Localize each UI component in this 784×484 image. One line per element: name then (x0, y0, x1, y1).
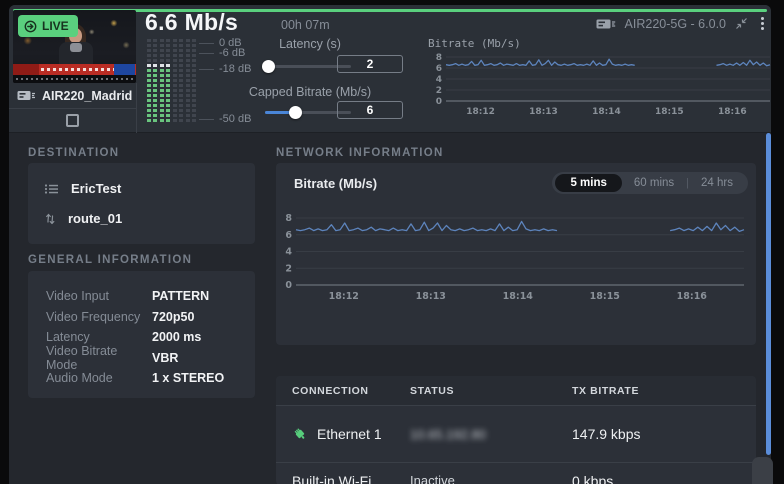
connections-table-header: CONNECTION STATUS TX BITRATE (276, 376, 756, 406)
bitrate-chart-card: Bitrate (Mb/s) 5 mins 60 mins | 24 hrs 8… (276, 163, 756, 345)
svg-text:18:14: 18:14 (503, 291, 534, 302)
vertical-scrollbar-thumb[interactable] (766, 133, 771, 455)
device-model-label: AIR220-5G - 6.0.0 (625, 17, 726, 31)
tab-60-mins[interactable]: 60 mins (622, 174, 686, 192)
header-right-cluster: AIR220-5G - 6.0.0 (596, 15, 768, 32)
connection-status-redacted: 10.65.192.80 (410, 427, 486, 442)
connection-name: Ethernet 1 (317, 426, 382, 442)
network-section-title: NETWORK INFORMATION (276, 147, 444, 159)
main-content: DESTINATION EricTest route_01 GENERAL IN… (9, 134, 771, 484)
connection-name: Built-in Wi-Fi (292, 473, 371, 484)
divider (136, 83, 137, 133)
capped-bitrate-label: Capped Bitrate (Mb/s) (230, 85, 390, 99)
svg-text:18:13: 18:13 (416, 291, 446, 302)
svg-text:8: 8 (436, 53, 442, 63)
capped-bitrate-slider-handle[interactable] (289, 106, 302, 119)
destination-item-label: EricTest (71, 181, 121, 196)
audio-meter-ch4 (186, 39, 196, 123)
svg-text:0: 0 (285, 280, 292, 291)
destination-item-label: route_01 (68, 211, 122, 226)
destination-item-erictest[interactable]: EricTest (44, 181, 239, 196)
svg-text:18:14: 18:14 (592, 107, 621, 117)
encoder-name-row: AIR220_Madrid (9, 83, 136, 108)
latency-value-input[interactable]: 2 (337, 55, 403, 73)
route-icon (44, 212, 57, 226)
current-bitrate: 6.6 Mb/s (145, 9, 238, 36)
chart-range-tabs: 5 mins 60 mins | 24 hrs (552, 172, 748, 194)
info-row-video-input: Video Input PATTERN (46, 286, 255, 307)
connection-tx-bitrate: 147.9 kbps (572, 426, 756, 442)
header-bar: LIVE AIR220_Madrid 6.6 Mb/s 00h 07m (9, 5, 771, 133)
connection-status: Inactive (410, 473, 455, 484)
audio-meter-ch2 (160, 39, 170, 123)
destination-section-title: DESTINATION (28, 147, 119, 159)
live-badge-label: LIVE (42, 19, 69, 33)
info-row-audio-mode: Audio Mode 1 x STEREO (46, 368, 255, 389)
audio-meter-ch1 (147, 39, 157, 123)
audio-level-meters (147, 39, 196, 123)
tab-5-mins[interactable]: 5 mins (555, 174, 621, 192)
svg-text:18:12: 18:12 (466, 107, 495, 117)
stop-icon (66, 114, 79, 127)
svg-text:18:12: 18:12 (329, 291, 359, 302)
info-row-video-bitrate-mode: Video Bitrate Mode VBR (46, 348, 255, 369)
stop-stream-button[interactable] (9, 108, 136, 133)
collapse-icon[interactable] (735, 17, 748, 30)
svg-text:18:16: 18:16 (677, 291, 708, 302)
latency-slider-handle[interactable] (262, 60, 275, 73)
live-badge: LIVE (18, 15, 78, 37)
destination-item-route01[interactable]: route_01 (44, 211, 239, 226)
svg-text:18:15: 18:15 (590, 291, 620, 302)
ethernet-plug-icon (292, 426, 308, 442)
db-scale-18: -18 dB (219, 63, 251, 75)
header-bitrate-mini-chart: 86420 18:12 18:13 18:14 18:15 18:16 (422, 51, 771, 127)
video-thumbnail: LIVE (13, 10, 136, 83)
general-info-card: Video Input PATTERN Video Frequency 720p… (28, 271, 255, 398)
stream-uptime: 00h 07m (281, 18, 330, 32)
kebab-menu-icon[interactable] (757, 15, 768, 32)
network-bitrate-chart: 8 6 4 2 0 18:12 18:13 18:14 18:15 18:16 (282, 203, 750, 307)
svg-text:18:15: 18:15 (655, 107, 684, 117)
svg-text:2: 2 (436, 86, 442, 96)
app-window: LIVE AIR220_Madrid 6.6 Mb/s 00h 07m (9, 5, 771, 484)
svg-text:0: 0 (436, 97, 442, 107)
svg-text:6: 6 (285, 230, 292, 241)
receiver-icon (44, 183, 60, 195)
scrollbar-corner (752, 457, 773, 484)
tab-24-hrs[interactable]: 24 hrs (689, 174, 745, 192)
live-arrow-icon (24, 20, 37, 33)
latency-label: Latency (s) (230, 37, 390, 51)
svg-text:4: 4 (436, 75, 442, 85)
db-scale-50: -50 dB (219, 113, 251, 125)
connection-tx-bitrate: 0 kbps (572, 463, 756, 484)
table-row-wifi[interactable]: Built-in Wi-Fi Inactive 0 kbps (276, 463, 756, 484)
connections-table-card: CONNECTION STATUS TX BITRATE (276, 376, 756, 484)
thumbnail-tv-logo (114, 64, 135, 75)
svg-text:2: 2 (285, 263, 292, 274)
svg-text:6: 6 (436, 64, 442, 74)
capped-bitrate-value-input[interactable]: 6 (337, 101, 403, 119)
svg-text:8: 8 (285, 213, 292, 224)
audio-meter-ch3 (173, 39, 183, 123)
svg-text:4: 4 (285, 247, 292, 258)
encoder-name: AIR220_Madrid (42, 89, 132, 103)
mini-chart-title: Bitrate (Mb/s) (428, 37, 521, 50)
transmitter-device-icon (596, 18, 616, 30)
svg-text:18:16: 18:16 (718, 107, 747, 117)
encoder-device-icon (17, 90, 36, 101)
svg-text:18:13: 18:13 (529, 107, 558, 117)
bitrate-chart-title: Bitrate (Mb/s) (294, 176, 377, 191)
destination-card: EricTest route_01 (28, 163, 255, 244)
table-row-ethernet-1[interactable]: Ethernet 1 10.65.192.80 147.9 kbps (276, 406, 756, 463)
general-info-section-title: GENERAL INFORMATION (28, 254, 192, 266)
info-row-video-frequency: Video Frequency 720p50 (46, 307, 255, 328)
